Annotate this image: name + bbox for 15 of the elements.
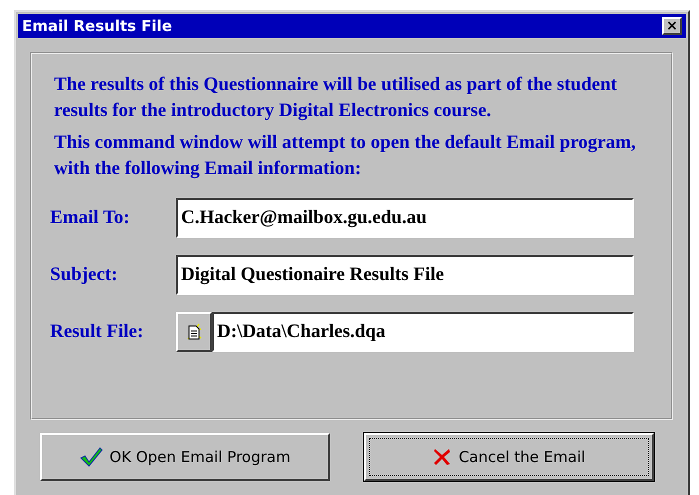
- field-label: Result File:: [50, 321, 144, 343]
- text-field[interactable]: C.Hacker@mailbox.gu.edu.au: [176, 198, 634, 238]
- field-label: Subject:: [50, 264, 119, 286]
- text-field[interactable]: Digital Questionaire Results File: [176, 255, 634, 295]
- field-label: Email To:: [50, 207, 131, 229]
- text-field[interactable]: D:\Data\Charles.dqa: [212, 312, 634, 352]
- window-title: Email Results File: [22, 17, 172, 35]
- cancel-button[interactable]: Cancel the Email: [364, 433, 654, 481]
- close-button[interactable]: ×: [662, 17, 682, 35]
- x-icon: [432, 447, 452, 467]
- checkmark-icon: [78, 446, 103, 468]
- ok-button[interactable]: OK Open Email Program: [40, 433, 330, 481]
- intro-paragraph: The results of this Questionnaire will be utilised as part of the student results for the introductory Digital Electronics course.: [54, 73, 618, 123]
- intro-paragraph: This command window will attempt to open the default Email program, with the following Email information:: [54, 131, 637, 181]
- browse-button[interactable]: [176, 312, 212, 352]
